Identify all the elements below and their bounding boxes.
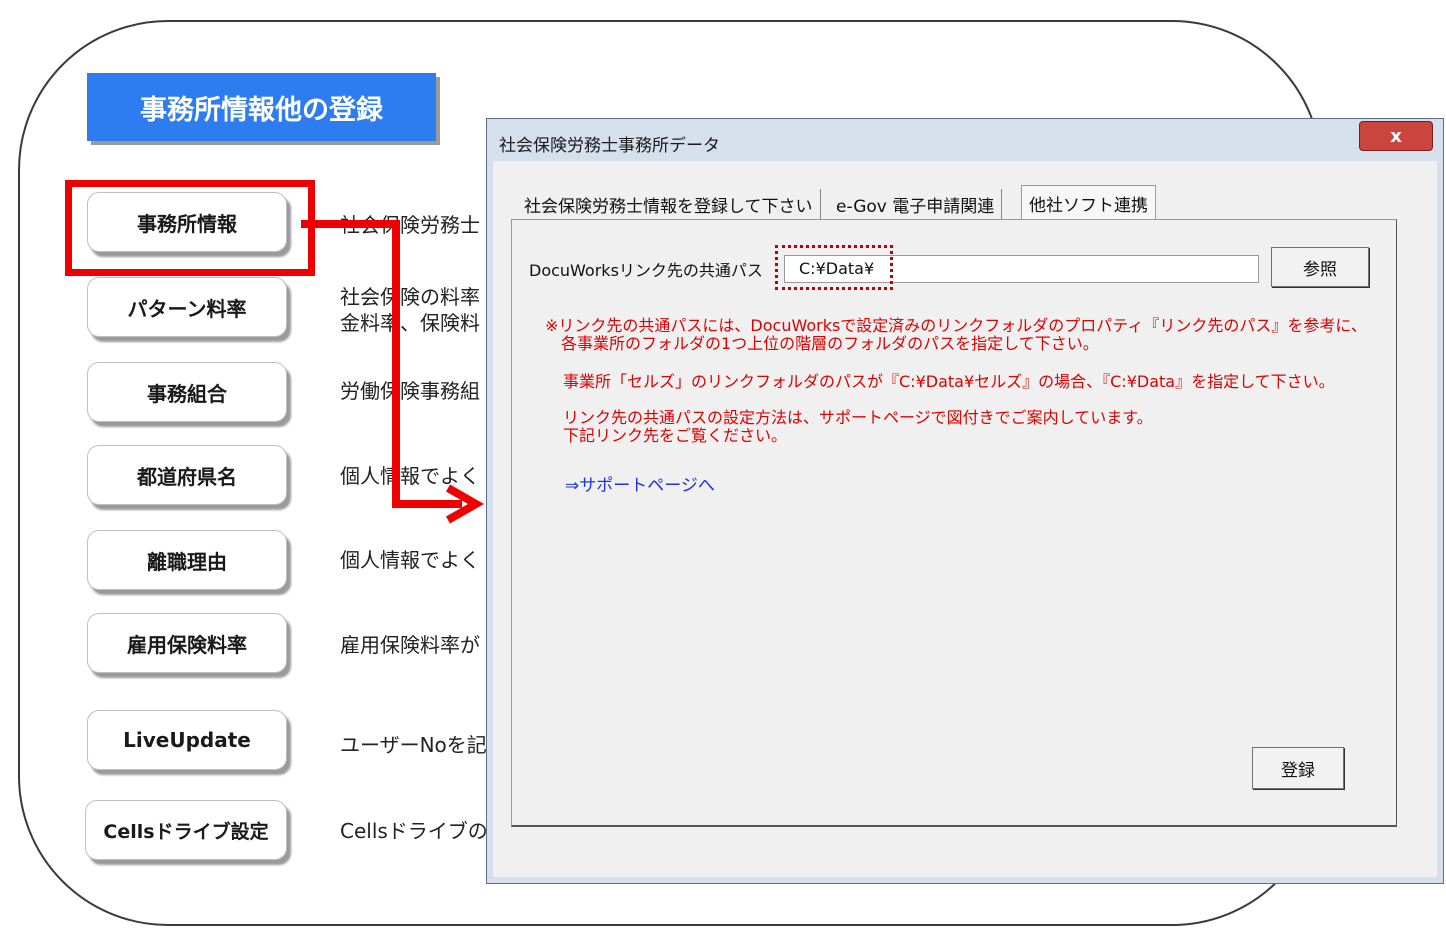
red-arrow-icon <box>301 220 485 524</box>
